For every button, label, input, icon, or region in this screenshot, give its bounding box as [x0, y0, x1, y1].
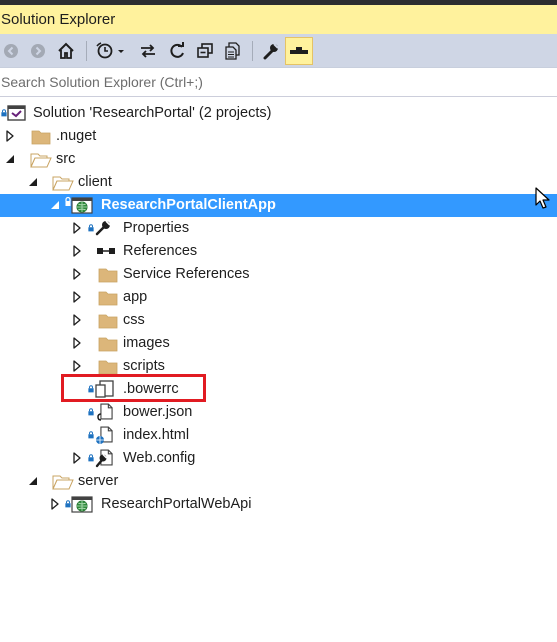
properties-wrench-icon: [263, 43, 279, 60]
tree-item-server[interactable]: server: [0, 470, 557, 493]
expand-arrow-icon[interactable]: [4, 130, 16, 142]
tree-item-label: bower.json: [123, 404, 193, 420]
toolbar-separator: [86, 41, 87, 61]
folder-icon: [98, 360, 118, 375]
forward-icon: [31, 44, 45, 58]
web-project-icon: [65, 196, 93, 214]
tree-item-solution[interactable]: Solution 'ResearchPortal' (2 projects): [0, 102, 557, 125]
pending-changes-filter-button[interactable]: [94, 37, 130, 65]
pending-changes-filter-icon: [96, 42, 124, 59]
expand-arrow-icon[interactable]: [71, 452, 83, 464]
search-box[interactable]: [0, 68, 557, 97]
expand-arrow-icon[interactable]: [71, 245, 83, 257]
tree-item-src[interactable]: src: [0, 148, 557, 171]
tree-item-label: ResearchPortalWebApi: [101, 496, 252, 512]
tree-item-images[interactable]: images: [0, 332, 557, 355]
references-icon: [97, 248, 115, 254]
search-input[interactable]: [0, 68, 541, 96]
forward-button[interactable]: [28, 37, 48, 65]
window-title-bar[interactable]: Solution Explorer: [0, 5, 557, 34]
home-button[interactable]: [54, 37, 78, 65]
tree-item-label: index.html: [123, 427, 190, 443]
tree-item-bower-json[interactable]: bower.json: [0, 401, 557, 424]
folder-icon: [98, 268, 118, 283]
solution-explorer-toolbar: [0, 34, 557, 68]
annotation-highlight-box: [61, 374, 206, 402]
folder-icon: [98, 314, 118, 329]
tree-item-label: ResearchPortalClientApp: [101, 197, 276, 213]
html-file-icon: [88, 426, 113, 444]
tree-item-properties[interactable]: Properties: [0, 217, 557, 240]
folder-icon: [31, 130, 51, 145]
tree-item-label: src: [56, 151, 76, 167]
folder-open-icon: [52, 176, 74, 191]
properties-wrench-icon: [88, 220, 111, 236]
tree-item-nuget[interactable]: .nuget: [0, 125, 557, 148]
folder-open-icon: [30, 153, 52, 168]
folder-icon: [98, 291, 118, 306]
expand-arrow-icon[interactable]: [71, 291, 83, 303]
sync-with-active-document-icon: [141, 44, 155, 58]
tree-item-research-portal-client-app[interactable]: ResearchPortalClientApp: [0, 194, 557, 217]
collapse-arrow-icon[interactable]: [27, 176, 39, 188]
tree-item-web-config[interactable]: Web.config: [0, 447, 557, 470]
tree-item-label: server: [78, 473, 119, 489]
solution-icon: [1, 105, 26, 121]
refresh-icon: [170, 42, 184, 58]
tree-item-label: images: [123, 335, 170, 351]
folder-open-icon: [52, 475, 74, 490]
toolbar-separator: [252, 41, 253, 61]
collapse-all-icon: [197, 43, 213, 58]
collapse-all-button[interactable]: [193, 37, 217, 65]
tree-item-label: Properties: [123, 220, 190, 236]
tree-item-css[interactable]: css: [0, 309, 557, 332]
expand-arrow-icon[interactable]: [71, 222, 83, 234]
refresh-button[interactable]: [165, 37, 189, 65]
home-icon: [58, 42, 74, 59]
back-icon: [4, 44, 18, 58]
json-file-icon: [88, 403, 113, 421]
folder-icon: [98, 337, 118, 352]
show-all-files-button[interactable]: [221, 37, 245, 65]
collapse-arrow-icon[interactable]: [49, 199, 61, 211]
web-project-icon: [65, 496, 93, 513]
expand-arrow-icon[interactable]: [71, 337, 83, 349]
tree-item-label: References: [123, 243, 198, 259]
properties-button[interactable]: [259, 37, 283, 65]
collapse-arrow-icon[interactable]: [4, 153, 16, 165]
collapse-arrow-icon[interactable]: [27, 475, 39, 487]
tree-item-label: css: [123, 312, 145, 328]
tree-item-client[interactable]: client: [0, 171, 557, 194]
expand-arrow-icon[interactable]: [71, 360, 83, 372]
tree-item-research-portal-web-api[interactable]: ResearchPortalWebApi: [0, 493, 557, 516]
show-all-files-icon: [225, 42, 240, 60]
tree-item-service-references[interactable]: Service References: [0, 263, 557, 286]
expand-arrow-icon[interactable]: [71, 268, 83, 280]
tree-item-app[interactable]: app: [0, 286, 557, 309]
mouse-cursor-icon: [535, 187, 550, 209]
tree-item-label: Web.config: [123, 450, 196, 466]
tree-item-label: app: [123, 289, 148, 305]
back-button[interactable]: [1, 37, 21, 65]
tree-item-index-html[interactable]: index.html: [0, 424, 557, 447]
tree-item-label: Service References: [123, 266, 250, 282]
expand-arrow-icon[interactable]: [49, 498, 61, 510]
tree-item-label: client: [78, 174, 112, 190]
sync-with-active-document-button[interactable]: [136, 37, 160, 65]
tree-item-references[interactable]: References: [0, 240, 557, 263]
tree-item-label: Solution 'ResearchPortal' (2 projects): [33, 105, 272, 121]
expand-arrow-icon[interactable]: [71, 314, 83, 326]
config-file-icon: [88, 449, 113, 468]
window-title: Solution Explorer: [1, 11, 116, 28]
preview-selected-items-icon: [290, 47, 308, 54]
tree-item-label: .nuget: [56, 128, 97, 144]
preview-selected-items-button[interactable]: [285, 37, 313, 65]
